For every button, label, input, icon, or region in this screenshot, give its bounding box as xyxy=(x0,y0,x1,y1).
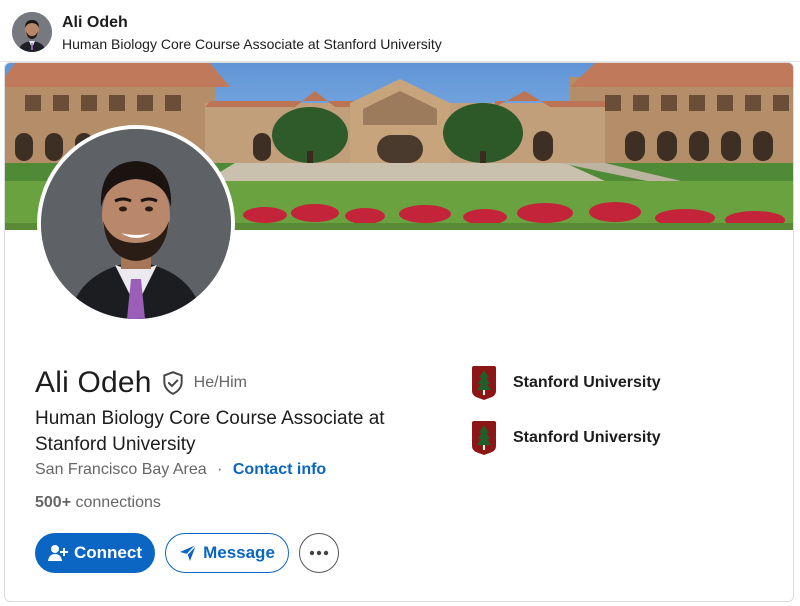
send-icon xyxy=(180,544,197,561)
profile-mini-header: Ali Odeh Human Biology Core Course Assoc… xyxy=(0,0,800,62)
stanford-logo-icon xyxy=(472,366,496,400)
location: San Francisco Bay Area xyxy=(35,461,207,478)
mini-header-name: Ali Odeh xyxy=(62,14,128,31)
verified-shield-icon[interactable] xyxy=(160,370,186,396)
organization-item[interactable]: Stanford University xyxy=(471,418,661,458)
more-actions-button[interactable] xyxy=(299,533,339,573)
message-button[interactable]: Message xyxy=(165,533,289,573)
mini-header-headline: Human Biology Core Course Associate at S… xyxy=(62,36,442,52)
connections-label: connections xyxy=(75,494,161,511)
more-horizontal-icon xyxy=(309,550,329,556)
connections-number: 500+ xyxy=(35,494,72,511)
profile-card: Ali Odeh He/Him Human Biology Core Cours… xyxy=(4,62,794,602)
message-label: Message xyxy=(203,543,275,562)
mini-avatar[interactable] xyxy=(12,12,52,52)
pronouns: He/Him xyxy=(193,374,248,391)
connections-count[interactable]: 500+ connections xyxy=(35,494,161,512)
organization-name: Stanford University xyxy=(513,429,661,446)
add-person-icon xyxy=(48,545,68,561)
profile-photo[interactable] xyxy=(37,125,235,323)
profile-name-row: Ali Odeh He/Him xyxy=(35,363,247,403)
profile-actions: Connect Message xyxy=(35,533,339,573)
stanford-logo-icon xyxy=(472,421,496,455)
separator-dot: · xyxy=(217,461,223,478)
connect-button[interactable]: Connect xyxy=(35,533,155,573)
organization-name: Stanford University xyxy=(513,374,661,391)
contact-info-link[interactable]: Contact info xyxy=(233,461,326,478)
organization-list: Stanford University Stanford University xyxy=(471,363,661,473)
connect-label: Connect xyxy=(74,543,142,562)
location-row: San Francisco Bay Area · Contact info xyxy=(35,461,326,479)
organization-item[interactable]: Stanford University xyxy=(471,363,661,403)
profile-name: Ali Odeh xyxy=(35,366,152,399)
profile-headline: Human Biology Core Course Associate at S… xyxy=(35,408,385,455)
